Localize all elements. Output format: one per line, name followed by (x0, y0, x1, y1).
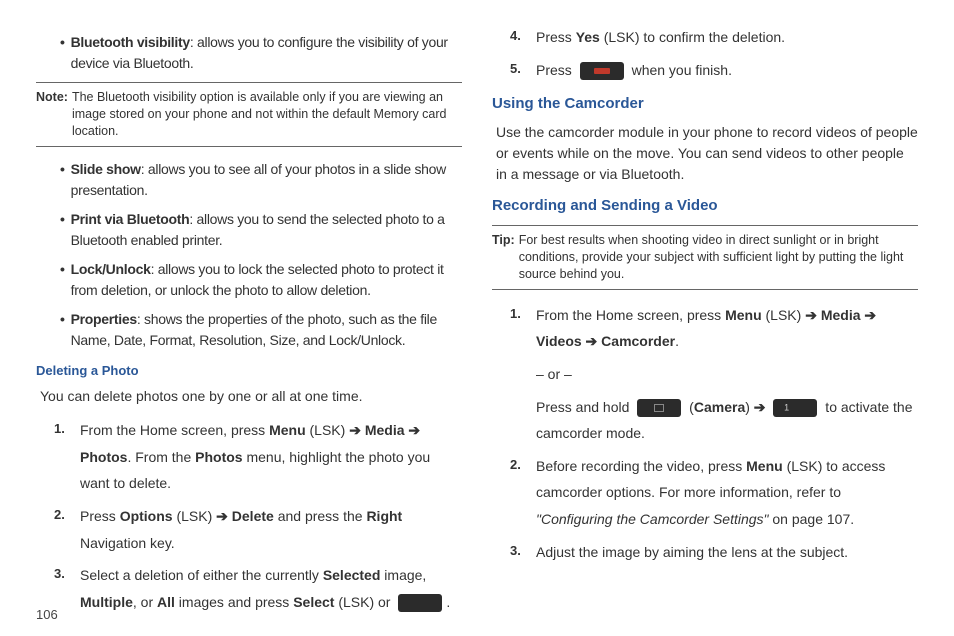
heading-recording-video: Recording and Sending a Video (492, 195, 918, 218)
step-2: 2. Press Options (LSK) ➔ Delete and pres… (54, 503, 462, 556)
step-3: 3. Select a deletion of either the curre… (54, 562, 462, 615)
one-key-icon (773, 399, 817, 417)
bullet-print-bluetooth: • Print via Bluetooth: allows you to sen… (60, 209, 462, 251)
tip-label: Tip: (492, 232, 515, 283)
tip-text: For best results when shooting video in … (519, 232, 918, 283)
bullet-dot: • (60, 32, 65, 74)
note-label: Note: (36, 89, 68, 140)
bullet-lock-unlock: • Lock/Unlock: allows you to lock the se… (60, 259, 462, 301)
heading-deleting-photo: Deleting a Photo (36, 361, 462, 381)
left-column: • Bluetooth visibility: allows you to co… (36, 28, 462, 622)
or-divider: – or – (536, 361, 918, 388)
camcorder-text: Use the camcorder module in your phone t… (496, 122, 918, 185)
step-4: 4. Press Yes (LSK) to confirm the deleti… (510, 24, 918, 51)
end-key-icon (580, 62, 624, 80)
right-column: 4. Press Yes (LSK) to confirm the deleti… (492, 28, 918, 622)
step-5: 5. Press when you finish. (510, 57, 918, 84)
bullet-slide-show: • Slide show: allows you to see all of y… (60, 159, 462, 201)
bullet-properties: • Properties: shows the properties of th… (60, 309, 462, 351)
rec-step-3: 3. Adjust the image by aiming the lens a… (510, 539, 918, 566)
ok-key-icon (398, 594, 442, 612)
rec-step-1: 1. From the Home screen, press Menu (LSK… (510, 302, 918, 447)
note-text: The Bluetooth visibility option is avail… (72, 89, 462, 140)
camera-key-icon (637, 399, 681, 417)
label: Bluetooth visibility (71, 34, 190, 50)
rec-step-2: 2. Before recording the video, press Men… (510, 453, 918, 533)
note-box: Note: The Bluetooth visibility option is… (36, 82, 462, 147)
delete-intro: You can delete photos one by one or all … (40, 386, 462, 407)
step-1: 1. From the Home screen, press Menu (LSK… (54, 417, 462, 497)
page-number: 106 (36, 605, 58, 625)
bullet-bluetooth-visibility: • Bluetooth visibility: allows you to co… (60, 32, 462, 74)
heading-using-camcorder: Using the Camcorder (492, 93, 918, 116)
tip-box: Tip: For best results when shooting vide… (492, 225, 918, 290)
